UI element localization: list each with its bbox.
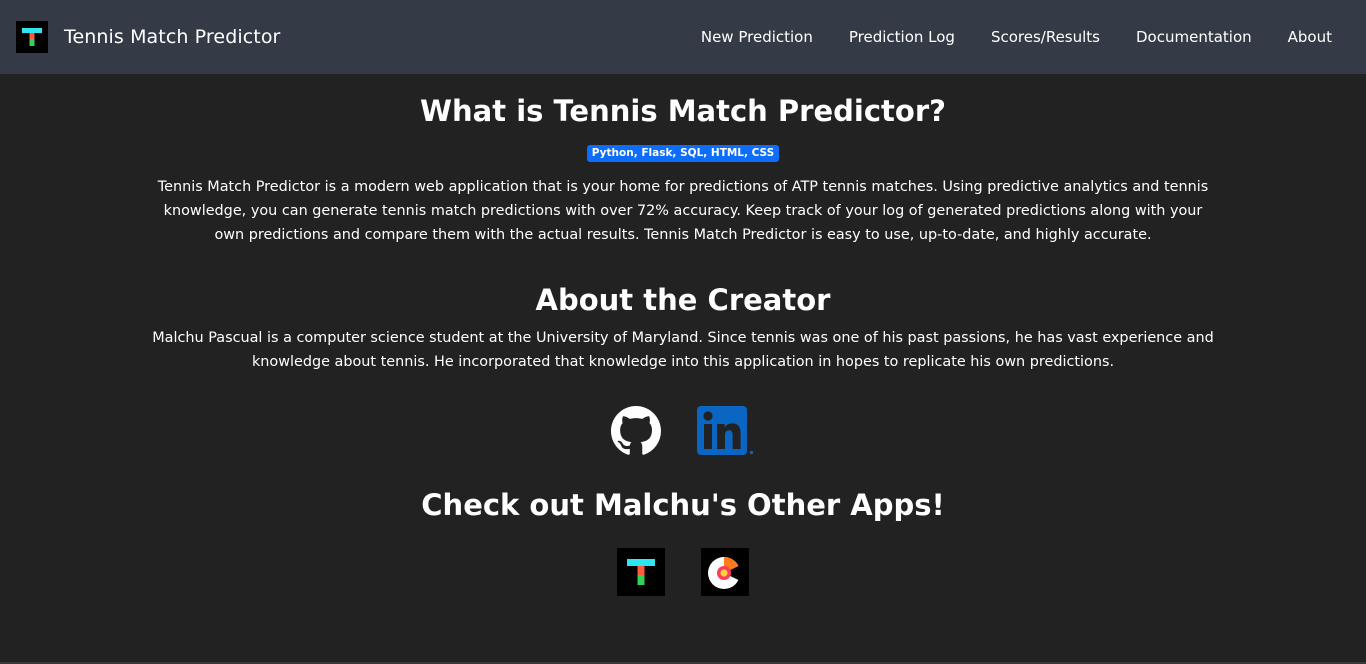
tech-badge-wrap: Python, Flask, SQL, HTML, CSS bbox=[0, 141, 1366, 162]
about-creator-title: About the Creator bbox=[535, 283, 831, 317]
nav-documentation[interactable]: Documentation bbox=[1136, 28, 1252, 46]
nav-prediction-log[interactable]: Prediction Log bbox=[849, 28, 955, 46]
nav-scores-results[interactable]: Scores/Results bbox=[991, 28, 1100, 46]
tennis-match-predictor-app-icon bbox=[617, 548, 665, 596]
tennis-match-predictor-app-link[interactable] bbox=[617, 548, 665, 596]
other-apps-list bbox=[0, 548, 1366, 596]
brand-title: Tennis Match Predictor bbox=[64, 26, 281, 48]
nav-new-prediction[interactable]: New Prediction bbox=[701, 28, 813, 46]
tech-stack-badge: Python, Flask, SQL, HTML, CSS bbox=[586, 145, 780, 162]
other-apps-title: Check out Malchu's Other Apps! bbox=[421, 488, 945, 522]
social-links bbox=[0, 406, 1366, 456]
about-creator-description: Malchu Pascual is a computer science stu… bbox=[152, 330, 1214, 370]
linkedin-link[interactable] bbox=[697, 406, 755, 456]
top-navbar: Tennis Match Predictor New Prediction Pr… bbox=[0, 0, 1366, 74]
nav-links: New Prediction Prediction Log Scores/Res… bbox=[665, 0, 1332, 74]
linkedin-icon bbox=[697, 406, 754, 455]
github-link[interactable] bbox=[611, 406, 661, 456]
nav-about[interactable]: About bbox=[1288, 28, 1332, 46]
about-app-description: Tennis Match Predictor is a modern web a… bbox=[157, 179, 1209, 243]
github-icon bbox=[611, 406, 661, 455]
about-app-title: What is Tennis Match Predictor? bbox=[420, 94, 946, 128]
colorful-c-app-icon bbox=[701, 548, 749, 596]
colorful-c-app-link[interactable] bbox=[701, 548, 749, 596]
tennis-match-predictor-logo-icon bbox=[16, 21, 48, 53]
brand-link[interactable]: Tennis Match Predictor bbox=[16, 21, 280, 53]
